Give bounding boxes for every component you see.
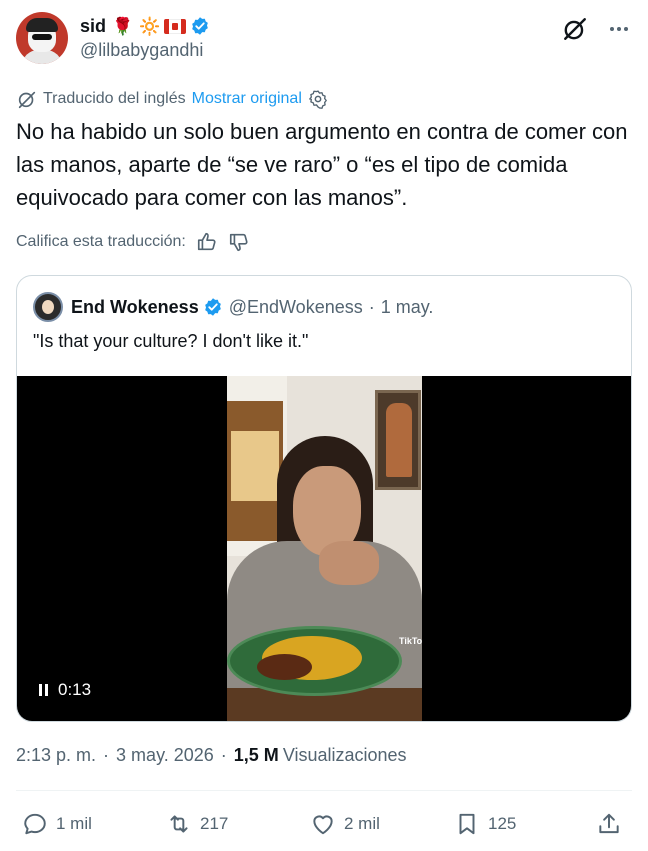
video-controls: 0:13: [39, 680, 91, 700]
thumbs-up-icon[interactable]: [196, 231, 218, 253]
heart-icon: [313, 815, 333, 835]
divider: [16, 790, 632, 791]
translation-info: Traducido del inglés Mostrar original: [16, 88, 328, 110]
tweet-date[interactable]: 3 may. 2026: [116, 745, 214, 766]
bookmark-count: 125: [488, 814, 517, 833]
quoted-separator: ·: [368, 296, 375, 317]
sun-emoji: 🔆: [139, 16, 161, 36]
video-person-hand: [319, 541, 379, 585]
quoted-tweet-header: End Wokeness @EndWokeness · 1 may.: [33, 292, 433, 322]
header-actions: [562, 16, 632, 42]
quoted-date[interactable]: 1 may.: [381, 297, 434, 318]
author-display-name[interactable]: sid: [80, 16, 106, 37]
author-avatar[interactable]: [16, 12, 68, 64]
share-button[interactable]: [596, 806, 622, 842]
translated-label: Traducido del inglés: [43, 90, 186, 107]
tweet-time[interactable]: 2:13 p. m.: [16, 745, 96, 766]
rose-emoji: 🌹: [112, 16, 134, 36]
views-count[interactable]: 1,5 M: [234, 745, 279, 766]
meta-separator: ·: [220, 745, 227, 765]
share-icon: [599, 813, 619, 834]
video-meat: [257, 654, 312, 680]
bookmark-icon: [459, 813, 475, 835]
grok-icon[interactable]: [562, 16, 588, 42]
more-options-icon[interactable]: [606, 16, 632, 42]
repost-button[interactable]: 217: [166, 806, 228, 842]
quoted-verified-badge-icon: [203, 297, 223, 317]
quoted-tweet-text: "Is that your culture? I don't like it.": [33, 331, 309, 351]
avatar-body: [22, 50, 62, 64]
repost-count: 217: [200, 814, 229, 833]
video-frame: TikTok: [227, 376, 422, 721]
rate-translation: Califica esta traducción:: [16, 231, 250, 253]
reply-button[interactable]: 1 mil: [22, 806, 92, 842]
tweet-meta: 2:13 p. m. · 3 may. 2026 · 1,5 M Visuali…: [16, 745, 407, 766]
author-names: sid 🌹 🔆 @lilbabygandhi: [80, 14, 210, 61]
like-button[interactable]: 2 mil: [310, 806, 380, 842]
views-label: Visualizaciones: [282, 745, 407, 765]
verified-badge-icon[interactable]: [190, 16, 210, 36]
author-name-row: sid 🌹 🔆: [80, 14, 210, 38]
tweet-header: sid 🌹 🔆 @lilbabygandhi: [16, 12, 632, 68]
quoted-author-avatar[interactable]: [33, 292, 63, 322]
pause-icon[interactable]: [39, 684, 48, 696]
video-wall-picture: [375, 390, 421, 490]
show-original-link[interactable]: Mostrar original: [192, 90, 302, 108]
rate-translation-label: Califica esta traducción:: [16, 233, 186, 250]
meta-separator: ·: [103, 745, 110, 765]
avatar-glasses: [32, 34, 52, 40]
translate-icon: [16, 88, 38, 110]
tweet-text: No ha habido un solo buen argumento en c…: [16, 119, 628, 210]
repost-icon: [170, 815, 188, 833]
video-player[interactable]: TikTok 0:13: [17, 376, 631, 721]
reply-count: 1 mil: [56, 814, 92, 833]
tweet-actions: 1 mil 217 2 mil 125: [16, 806, 632, 842]
author-handle[interactable]: @lilbabygandhi: [80, 40, 210, 61]
quoted-author-handle[interactable]: @EndWokeness: [229, 297, 363, 318]
canada-flag-icon: [164, 18, 187, 34]
reply-icon: [24, 813, 46, 835]
quoted-tweet[interactable]: End Wokeness @EndWokeness · 1 may. "Is t…: [16, 275, 632, 722]
thumbs-down-icon[interactable]: [228, 231, 250, 253]
video-cabinet: [227, 401, 283, 541]
quoted-author-name[interactable]: End Wokeness: [71, 297, 199, 318]
like-count: 2 mil: [344, 814, 380, 833]
bookmark-button[interactable]: 125: [454, 806, 516, 842]
tiktok-watermark: TikTok: [399, 636, 422, 646]
translation-settings-icon[interactable]: [308, 89, 328, 109]
video-timestamp: 0:13: [58, 680, 92, 699]
avatar-hat: [26, 18, 58, 32]
